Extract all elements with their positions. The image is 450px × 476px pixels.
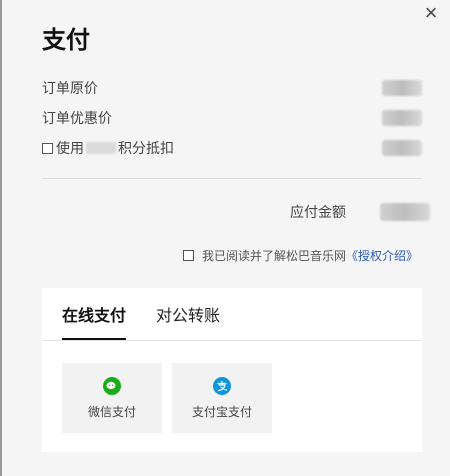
alipay-label: 支付宝支付 [191, 404, 252, 419]
amount-due-value-redacted [380, 203, 430, 221]
agreement-link[interactable]: 《授权介绍》 [346, 247, 418, 264]
discount-price-row: 订单优惠价 [42, 108, 422, 128]
points-deduction-value-redacted [382, 140, 422, 156]
discount-price-label: 订单优惠价 [42, 110, 112, 126]
wechat-icon [103, 376, 121, 395]
amount-due-label: 应付金额 [290, 204, 346, 220]
payment-tabs: 在线支付 对公转账 [42, 288, 422, 341]
wechat-pay-label: 微信支付 [87, 404, 136, 419]
points-name-redacted [86, 142, 116, 154]
dialog-title: 支付 [42, 27, 90, 54]
alipay-icon [213, 376, 231, 395]
points-deduction-row: 使用 积分抵扣 [42, 138, 422, 158]
points-suffix-text: 积分抵扣 [118, 140, 174, 156]
original-price-row: 订单原价 [42, 78, 422, 98]
tab-online-payment[interactable]: 在线支付 [62, 302, 127, 340]
wechat-pay-option[interactable]: 微信支付 [62, 363, 162, 433]
payment-panel: 在线支付 对公转账 微信支付 支付宝支付 [42, 288, 422, 452]
amount-due-row: 应付金额 [42, 202, 430, 222]
summary-divider [42, 178, 422, 179]
background-edge [0, 0, 2, 476]
original-price-value-redacted [382, 80, 422, 96]
agreement-text: 我已阅读并了解松巴音乐网 [201, 248, 346, 263]
points-deduction-label: 使用 积分抵扣 [42, 138, 382, 158]
points-deduction-checkbox[interactable] [42, 142, 53, 154]
tab-bank-transfer[interactable]: 对公转账 [156, 302, 220, 338]
agreement-checkbox[interactable] [182, 249, 194, 261]
agreement-row: 我已阅读并了解松巴音乐网 《授权介绍》 [182, 247, 418, 264]
original-price-label: 订单原价 [42, 80, 98, 96]
points-prefix-text: 使用 [56, 140, 84, 156]
discount-price-value-redacted [382, 110, 422, 126]
alipay-option[interactable]: 支付宝支付 [172, 363, 272, 433]
close-icon[interactable]: × [420, 2, 442, 24]
